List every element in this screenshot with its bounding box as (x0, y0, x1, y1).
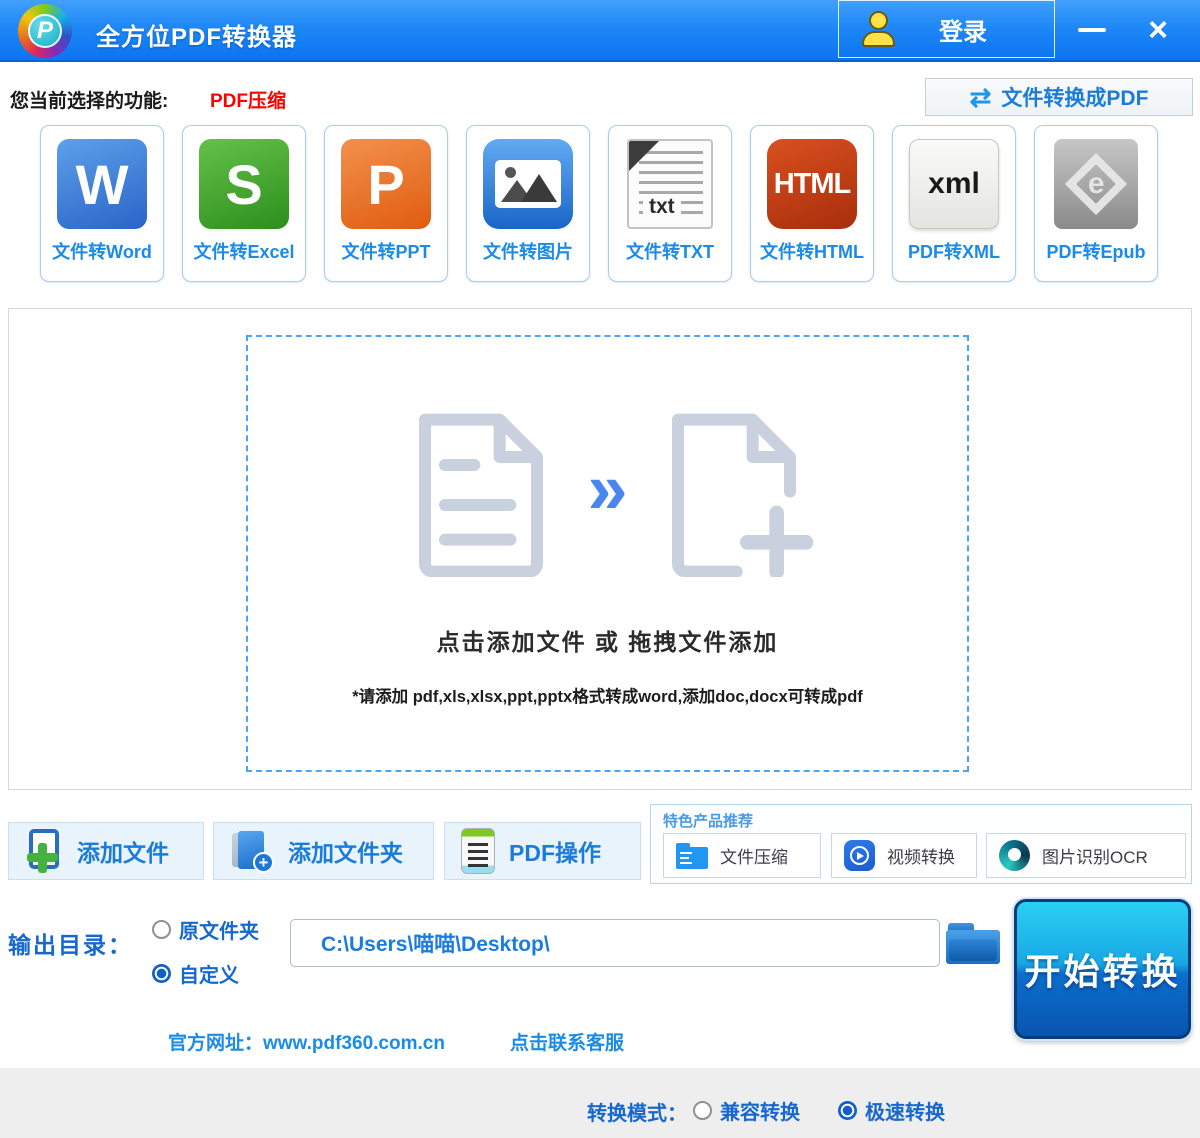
html-icon: HTML (767, 139, 857, 229)
login-label: 登录 (939, 12, 987, 47)
image-ocr-button[interactable]: 图片识别OCR (986, 833, 1186, 878)
current-function-value: PDF压缩 (210, 86, 286, 113)
txt-icon: txt (627, 139, 713, 229)
dropzone-main-text: 点击添加文件 或 拖拽文件添加 (437, 623, 779, 657)
converter-file-to-ppt[interactable]: P 文件转PPT (324, 125, 448, 282)
video-convert-icon (844, 840, 875, 871)
contact-support-link[interactable]: 点击联系客服 (510, 1028, 624, 1055)
radio-compat-mode[interactable]: 兼容转换 (693, 1096, 800, 1125)
conversion-mode-label: 转换模式： (587, 1097, 687, 1126)
document-illustration: » (401, 409, 813, 577)
convert-to-pdf-label: 文件转换成PDF (1001, 82, 1148, 112)
output-path-input[interactable] (290, 919, 940, 967)
official-site-link[interactable]: 官方网址：www.pdf360.com.cn (168, 1028, 445, 1055)
app-logo-icon: P (18, 4, 72, 58)
radio-fast-circle[interactable] (838, 1101, 857, 1120)
converter-file-to-image[interactable]: 文件转图片 (466, 125, 590, 282)
radio-source-folder-circle[interactable] (152, 920, 171, 939)
swap-arrows-icon: ⇄ (970, 84, 992, 110)
radio-source-folder[interactable]: 原文件夹 (152, 915, 259, 944)
add-folder-icon: + (230, 829, 274, 873)
minimize-icon (1078, 28, 1106, 32)
convert-to-pdf-button[interactable]: ⇄ 文件转换成PDF (925, 78, 1193, 116)
pdf-operations-icon (461, 828, 495, 874)
converter-row: W 文件转Word S 文件转Excel P 文件转PPT 文件转图片 txt … (40, 125, 1158, 285)
xml-icon: xml (909, 139, 999, 229)
converter-file-to-html[interactable]: HTML 文件转HTML (750, 125, 874, 282)
add-folder-button[interactable]: + 添加文件夹 (213, 822, 434, 880)
epub-icon: e (1054, 139, 1138, 229)
file-compress-icon (676, 843, 708, 869)
converter-file-to-txt[interactable]: txt 文件转TXT (608, 125, 732, 282)
featured-products-box: 特色产品推荐 文件压缩 视频转换 图片识别OCR (650, 804, 1192, 884)
image-ocr-icon (999, 840, 1030, 871)
featured-title: 特色产品推荐 (663, 810, 753, 831)
dropzone-hint-text: *请添加 pdf,xls,xlsx,ppt,pptx格式转成word,添加doc… (352, 683, 863, 707)
file-compress-button[interactable]: 文件压缩 (663, 833, 821, 878)
radio-fast-mode[interactable]: 极速转换 (838, 1096, 945, 1125)
excel-icon: S (199, 139, 289, 229)
add-file-button[interactable]: 添加文件 (8, 822, 204, 880)
word-icon: W (57, 139, 147, 229)
converter-file-to-excel[interactable]: S 文件转Excel (182, 125, 306, 282)
converter-pdf-to-xml[interactable]: xml PDF转XML (892, 125, 1016, 282)
pdf-operations-button[interactable]: PDF操作 (444, 822, 641, 880)
minimize-button[interactable] (1062, 0, 1122, 60)
titlebar: P 全方位PDF转换器 登录 × (0, 0, 1200, 62)
browse-folder-button[interactable] (946, 923, 1000, 967)
radio-compat-circle[interactable] (693, 1101, 712, 1120)
converter-file-to-word[interactable]: W 文件转Word (40, 125, 164, 282)
video-convert-button[interactable]: 视频转换 (831, 833, 977, 878)
user-avatar-icon (861, 9, 897, 49)
converter-pdf-to-epub[interactable]: e PDF转Epub (1034, 125, 1158, 282)
ppt-icon: P (341, 139, 431, 229)
file-drop-zone[interactable]: » 点击添加文件 或 拖拽文件添加 *请添加 pdf,xls,xlsx,ppt,… (246, 335, 969, 772)
image-icon (483, 139, 573, 229)
output-directory-label: 输出目录： (8, 926, 133, 960)
function-bar: 您当前选择的功能: PDF压缩 ⇄ 文件转换成PDF (0, 62, 1200, 125)
add-file-icon (25, 829, 63, 873)
start-convert-button[interactable]: 开始转换 (1014, 899, 1191, 1039)
radio-custom-folder[interactable]: 自定义 (152, 959, 239, 988)
source-document-icon (401, 409, 561, 577)
target-document-icon (654, 409, 814, 577)
current-function-label: 您当前选择的功能: (10, 86, 168, 113)
radio-custom-folder-circle[interactable] (152, 964, 171, 983)
conversion-mode-bar: 转换模式： 兼容转换 极速转换 (0, 1068, 1200, 1138)
main-panel: » 点击添加文件 或 拖拽文件添加 *请添加 pdf,xls,xlsx,ppt,… (8, 308, 1192, 790)
logo-p-letter: P (28, 14, 62, 48)
app-title: 全方位PDF转换器 (96, 17, 297, 52)
close-button[interactable]: × (1128, 0, 1188, 60)
login-button[interactable]: 登录 (838, 0, 1055, 58)
chevron-right-icon: » (587, 453, 627, 525)
